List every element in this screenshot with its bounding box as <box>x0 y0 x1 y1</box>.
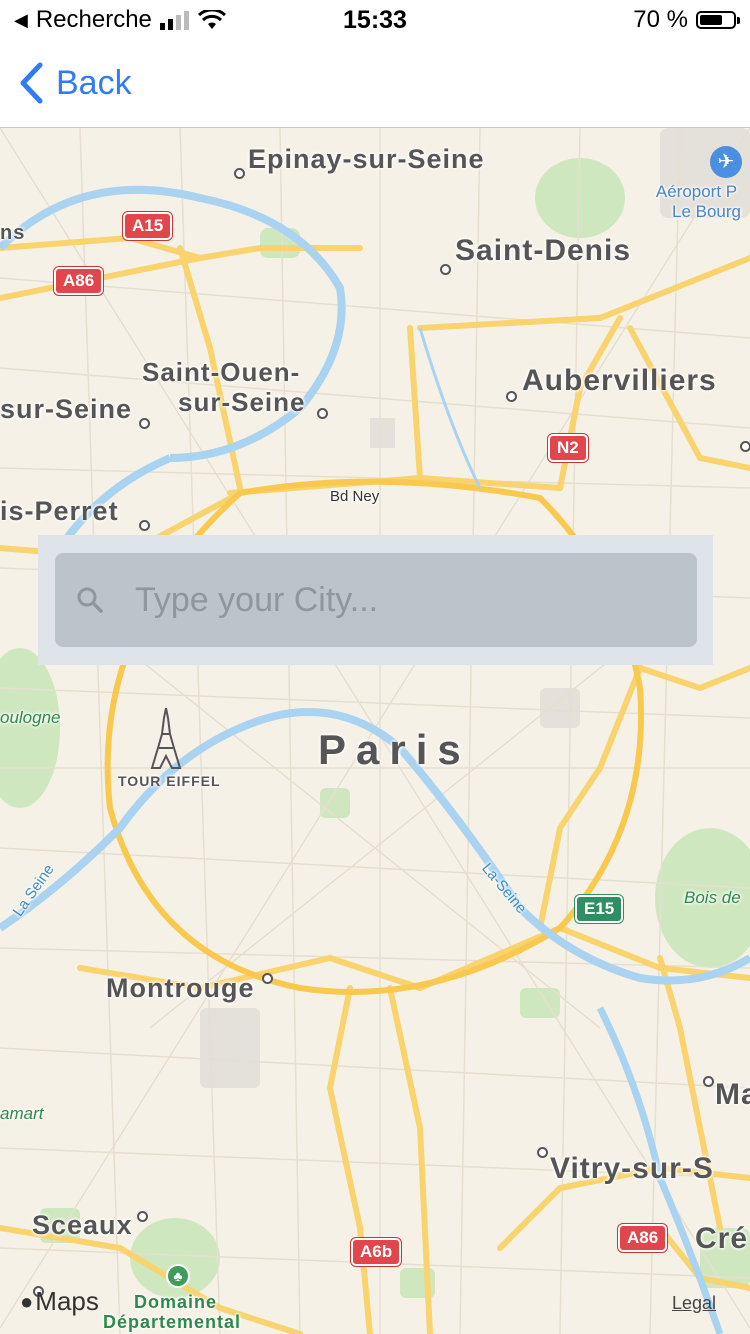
city-marker-saint-denis <box>440 264 451 275</box>
legal-link[interactable]: Legal <box>672 1293 716 1314</box>
city-label-saint-denis: Saint-Denis <box>455 234 632 267</box>
city-label-epinay: Epinay-sur-Seine <box>248 144 485 174</box>
eiffel-tower-icon <box>150 708 182 769</box>
city-marker-maisons <box>703 1076 714 1087</box>
city-label-aubervilliers: Aubervilliers <box>522 364 717 397</box>
road-shield-n2: N2 <box>548 434 588 462</box>
status-right: 70 % <box>633 6 740 34</box>
battery-percent: 70 % <box>633 6 688 33</box>
status-bar: ◀ Recherche 15:33 70 % <box>0 0 750 40</box>
park-label-bois: Bois de <box>684 888 741 907</box>
city-marker-east <box>740 441 750 452</box>
street-label-bd-ney: Bd Ney <box>330 488 380 505</box>
battery-fill <box>700 15 722 25</box>
city-label-levallois: is-Perret <box>0 496 119 526</box>
search-bar[interactable] <box>55 553 697 647</box>
road-shield-e15: E15 <box>575 895 624 923</box>
search-panel <box>38 535 713 665</box>
city-marker-levallois <box>139 520 150 531</box>
city-marker-montrouge <box>262 973 273 984</box>
city-label-sceaux: Sceaux <box>32 1210 133 1240</box>
city-marker-sceaux <box>137 1211 148 1222</box>
city-marker-saint-ouen <box>317 408 328 419</box>
city-label-saint-ouen-1: Saint-Ouen- <box>142 357 301 387</box>
airport-icon: ✈ <box>710 146 742 178</box>
park-marker-icon: ♣ <box>166 1264 190 1288</box>
city-label-montrouge: Montrouge <box>106 973 255 1003</box>
map-view[interactable]: Epinay-sur-Seine Saint-Denis Saint-Ouen-… <box>0 128 750 1334</box>
city-marker-epinay <box>234 168 245 179</box>
maps-logo-label: Maps <box>35 1286 99 1316</box>
park-label-domaine-1: Domaine <box>134 1292 218 1312</box>
city-label-saint-ouen-2: sur-Seine <box>178 387 306 417</box>
city-search-input[interactable] <box>133 579 677 621</box>
poi-label-tour-eiffel: TOUR EIFFEL <box>118 773 221 789</box>
city-marker-vitry <box>537 1147 548 1158</box>
city-label-asnieres: sur-Seine <box>0 394 133 424</box>
city-label-vitry: Vitry-sur-S <box>550 1152 714 1185</box>
battery-icon <box>696 11 740 29</box>
back-label: Back <box>56 63 132 102</box>
city-label-gennevilliers: ns <box>0 222 26 244</box>
city-marker-asnieres <box>139 418 150 429</box>
road-shield-a15: A15 <box>123 212 173 240</box>
city-label-paris: Paris <box>318 726 471 773</box>
airport-label-line1: Aéroport P <box>655 182 738 201</box>
city-label-maisons: Ma <box>715 1078 750 1111</box>
apple-logo-icon: ● <box>20 1288 34 1314</box>
park-label-boulogne: oulogne <box>0 708 61 727</box>
chevron-left-icon <box>20 62 43 104</box>
airport-label-line2: Le Bourg <box>672 202 741 221</box>
back-button[interactable]: Back <box>18 62 132 104</box>
search-icon <box>77 587 103 613</box>
maps-logo: ● Maps <box>20 1286 99 1317</box>
road-shield-a86-north: A86 <box>54 267 104 295</box>
city-marker-aubervilliers <box>506 391 517 402</box>
road-shield-a86-south: A86 <box>618 1224 668 1252</box>
road-shield-a6b: A6b <box>351 1238 402 1266</box>
airport-label: Aéroport P Le Bourg <box>652 182 741 222</box>
park-label-clamart: amart <box>0 1104 44 1123</box>
navigation-bar: Back <box>0 40 750 128</box>
city-label-creteil: Cré <box>695 1222 749 1255</box>
park-label-domaine-2: Départemental <box>103 1312 242 1332</box>
